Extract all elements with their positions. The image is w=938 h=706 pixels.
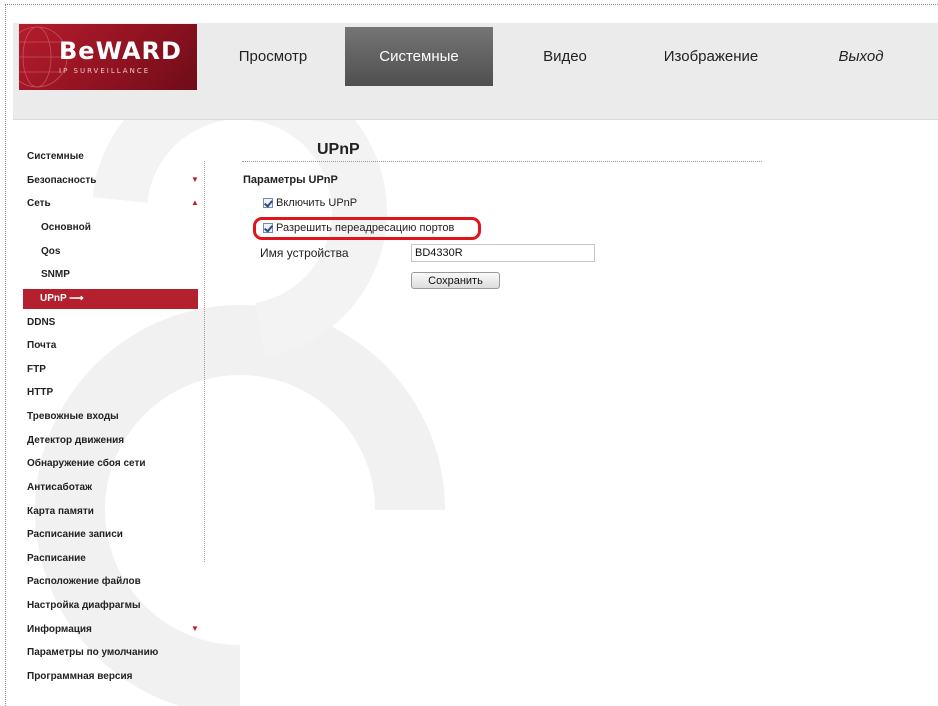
sidebar-item-network[interactable]: Сеть — [27, 198, 51, 209]
sidebar-item-network-failure[interactable]: Обнаружение сбоя сети — [27, 458, 146, 469]
sidebar-item-file-location[interactable]: Расположение файлов — [27, 576, 141, 587]
title-divider — [242, 161, 762, 162]
sidebar-item-schedule[interactable]: Расписание — [27, 553, 86, 564]
sidebar-item-memory-card[interactable]: Карта памяти — [27, 506, 94, 517]
sidebar-item-snmp[interactable]: SNMP — [41, 269, 70, 280]
sidebar-item-label: UPnP — [40, 293, 67, 304]
sidebar-item-ddns[interactable]: DDNS — [27, 317, 55, 328]
sidebar-item-tamper[interactable]: Антисаботаж — [27, 482, 92, 493]
sidebar-divider — [204, 161, 205, 562]
sidebar-item-ftp[interactable]: FTP — [27, 364, 46, 375]
sidebar-item-upnp[interactable]: UPnP ⟶ — [23, 289, 198, 309]
highlight-outline — [253, 217, 481, 240]
sidebar-item-alarm-inputs[interactable]: Тревожные входы — [27, 411, 119, 422]
tab-video[interactable]: Видео — [495, 27, 635, 86]
enable-upnp-row: Включить UPnP — [263, 197, 357, 209]
enable-upnp-checkbox[interactable] — [263, 198, 273, 208]
sidebar-item-basic[interactable]: Основной — [41, 222, 91, 233]
tab-image[interactable]: Изображение — [637, 27, 785, 86]
enable-upnp-label: Включить UPnP — [276, 197, 358, 209]
sidebar-item-motion-detector[interactable]: Детектор движения — [27, 435, 124, 446]
triangle-down-icon[interactable]: ▼ — [191, 175, 199, 184]
tab-logout[interactable]: Выход — [787, 27, 935, 86]
sidebar-item-record-schedule[interactable]: Расписание записи — [27, 529, 123, 540]
device-name-label: Имя устройства — [260, 246, 349, 260]
triangle-down-icon[interactable]: ▼ — [191, 624, 199, 633]
device-name-input[interactable] — [411, 244, 595, 262]
sidebar-item-information[interactable]: Информация — [27, 624, 92, 635]
triangle-up-icon[interactable]: ▲ — [191, 198, 199, 207]
sidebar-item-http[interactable]: HTTP — [27, 387, 53, 398]
sidebar-item-iris-settings[interactable]: Настройка диафрагмы — [27, 600, 141, 611]
beward-logo: BeWARD IP SURVEILLANCE — [19, 24, 197, 90]
sidebar-item-qos[interactable]: Qos — [41, 246, 60, 257]
save-button[interactable]: Сохранить — [411, 272, 500, 289]
logo-text: BeWARD — [59, 37, 182, 65]
arrow-right-icon: ⟶ — [69, 293, 84, 304]
sidebar-item-firmware-version[interactable]: Программная версия — [27, 671, 132, 682]
sidebar-item-system[interactable]: Системные — [27, 151, 84, 162]
sidebar-item-mail[interactable]: Почта — [27, 340, 56, 351]
sidebar-item-security[interactable]: Безопасность — [27, 175, 96, 186]
logo-subtext: IP SURVEILLANCE — [59, 67, 151, 75]
header-divider — [13, 119, 938, 120]
section-title: Параметры UPnP — [243, 174, 338, 186]
tab-preview[interactable]: Просмотр — [203, 27, 343, 86]
tab-system[interactable]: Системные — [345, 27, 493, 86]
sidebar-item-defaults[interactable]: Параметры по умолчанию — [27, 647, 158, 658]
page-title: UPnP — [317, 141, 360, 158]
